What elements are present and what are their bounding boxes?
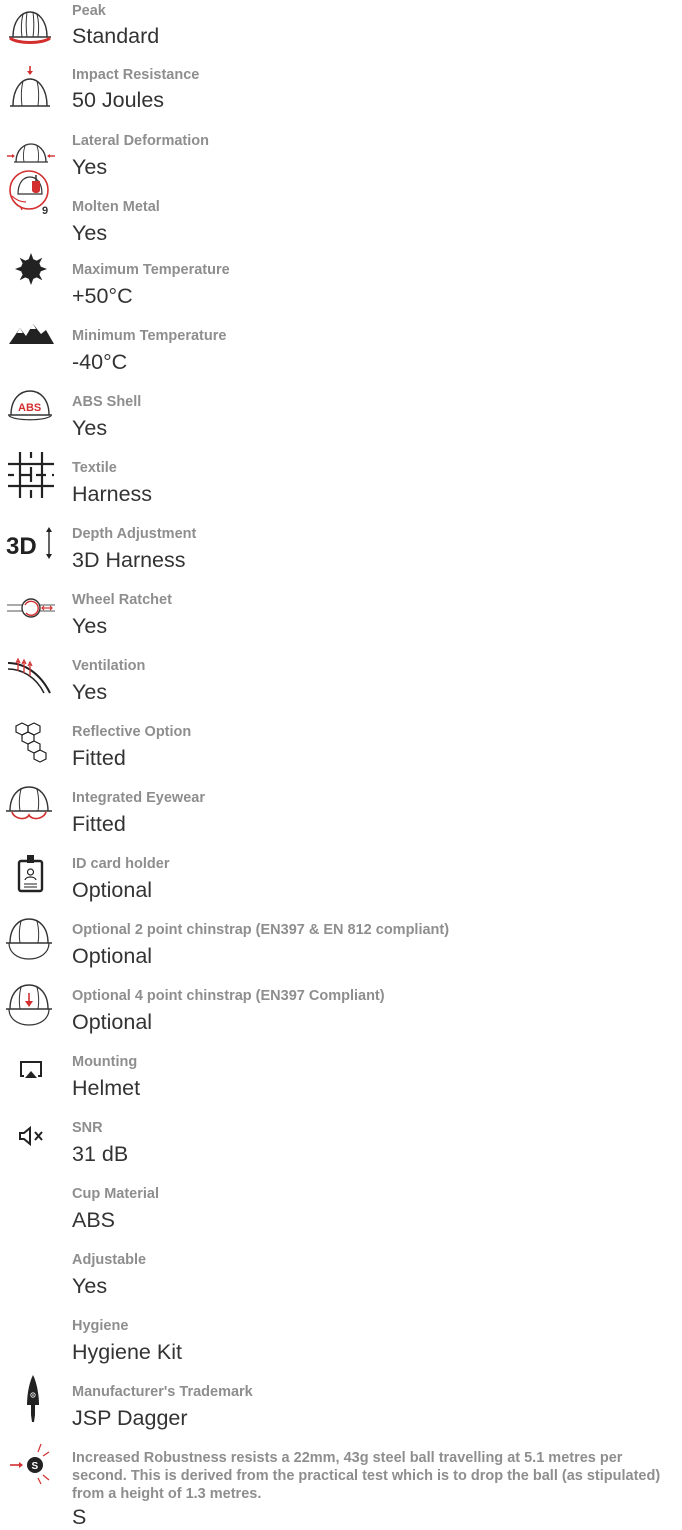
chinstrap-4-point-icon bbox=[4, 979, 54, 1029]
svg-text:S: S bbox=[32, 1461, 39, 1472]
spec-value: S bbox=[72, 1505, 87, 1529]
spec-value: 50 Joules bbox=[72, 88, 165, 112]
chinstrap-2-point-icon bbox=[4, 913, 54, 963]
spec-value: 31 dB bbox=[72, 1142, 129, 1166]
spec-label: Manufacturer's Trademark bbox=[72, 1384, 253, 1400]
abs-shell-icon: ABS bbox=[5, 377, 55, 427]
impact-resistance-icon bbox=[5, 66, 55, 116]
spec-value: Yes bbox=[72, 416, 108, 440]
ventilation-icon bbox=[6, 649, 56, 699]
svg-text:ABS: ABS bbox=[18, 402, 41, 414]
spec-value: Helmet bbox=[72, 1076, 141, 1100]
spec-label: Peak bbox=[72, 3, 106, 19]
spec-value: Optional bbox=[72, 944, 153, 968]
spec-label: ID card holder bbox=[72, 856, 170, 872]
spec-value: Fitted bbox=[72, 746, 126, 770]
integrated-eyewear-icon bbox=[4, 781, 54, 831]
spec-value: Yes bbox=[72, 155, 108, 179]
spec-value: +50°C bbox=[72, 284, 133, 308]
spec-value: Yes bbox=[72, 1274, 108, 1298]
mountains-icon bbox=[6, 310, 56, 360]
spec-label: Hygiene bbox=[72, 1318, 129, 1334]
spec-value: 3D Harness bbox=[72, 548, 186, 572]
spec-value: Yes bbox=[72, 221, 108, 245]
reflective-hexagon-icon bbox=[6, 715, 56, 765]
spec-label: Impact Resistance bbox=[72, 67, 200, 83]
sun-icon bbox=[6, 244, 56, 294]
dagger-trademark-icon bbox=[6, 1373, 56, 1423]
spec-label: Depth Adjustment bbox=[72, 526, 197, 542]
helmet-peak-icon bbox=[5, 4, 55, 54]
molten-metal-icon: 9 bbox=[6, 168, 56, 218]
spec-label: Molten Metal bbox=[72, 199, 160, 215]
spec-label: Integrated Eyewear bbox=[72, 790, 205, 806]
3d-depth-icon: 3D bbox=[5, 517, 55, 567]
spec-label: ABS Shell bbox=[72, 394, 142, 410]
spec-value: ABS bbox=[72, 1208, 116, 1232]
spec-label: Lateral Deformation bbox=[72, 133, 209, 149]
spec-label: Wheel Ratchet bbox=[72, 592, 172, 608]
svg-text:9: 9 bbox=[42, 205, 48, 217]
mounting-icon bbox=[6, 1045, 56, 1095]
spec-value: Standard bbox=[72, 24, 160, 48]
id-card-holder-icon bbox=[6, 847, 56, 897]
spec-label: Mounting bbox=[72, 1054, 138, 1070]
robustness-s-icon: S bbox=[6, 1438, 56, 1488]
svg-text:3D: 3D bbox=[6, 533, 37, 560]
spec-label: Reflective Option bbox=[72, 724, 192, 740]
spec-value: Optional bbox=[72, 1010, 153, 1034]
spec-label: Optional 4 point chinstrap (EN397 Compli… bbox=[72, 988, 385, 1004]
spec-label: Optional 2 point chinstrap (EN397 & EN 8… bbox=[72, 922, 450, 938]
textile-icon bbox=[6, 450, 56, 500]
spec-value: Fitted bbox=[72, 812, 126, 836]
spec-value: Harness bbox=[72, 482, 153, 506]
spec-label: Ventilation bbox=[72, 658, 146, 674]
spec-value: JSP Dagger bbox=[72, 1406, 188, 1430]
spec-value: Yes bbox=[72, 680, 108, 704]
spec-label: Increased Robustness resists a 22mm, 43g… bbox=[72, 1450, 661, 1502]
spec-label: Cup Material bbox=[72, 1186, 160, 1202]
spec-value: Hygiene Kit bbox=[72, 1340, 182, 1364]
spec-value: Optional bbox=[72, 878, 153, 902]
spec-label: SNR bbox=[72, 1120, 103, 1136]
spec-value: Yes bbox=[72, 614, 108, 638]
spec-value: -40°C bbox=[72, 350, 128, 374]
mute-speaker-icon bbox=[6, 1111, 56, 1161]
wheel-ratchet-icon bbox=[6, 583, 56, 633]
spec-label: Textile bbox=[72, 460, 117, 476]
spec-label: Minimum Temperature bbox=[72, 328, 227, 344]
spec-label: Maximum Temperature bbox=[72, 262, 230, 278]
spec-label: Adjustable bbox=[72, 1252, 147, 1268]
